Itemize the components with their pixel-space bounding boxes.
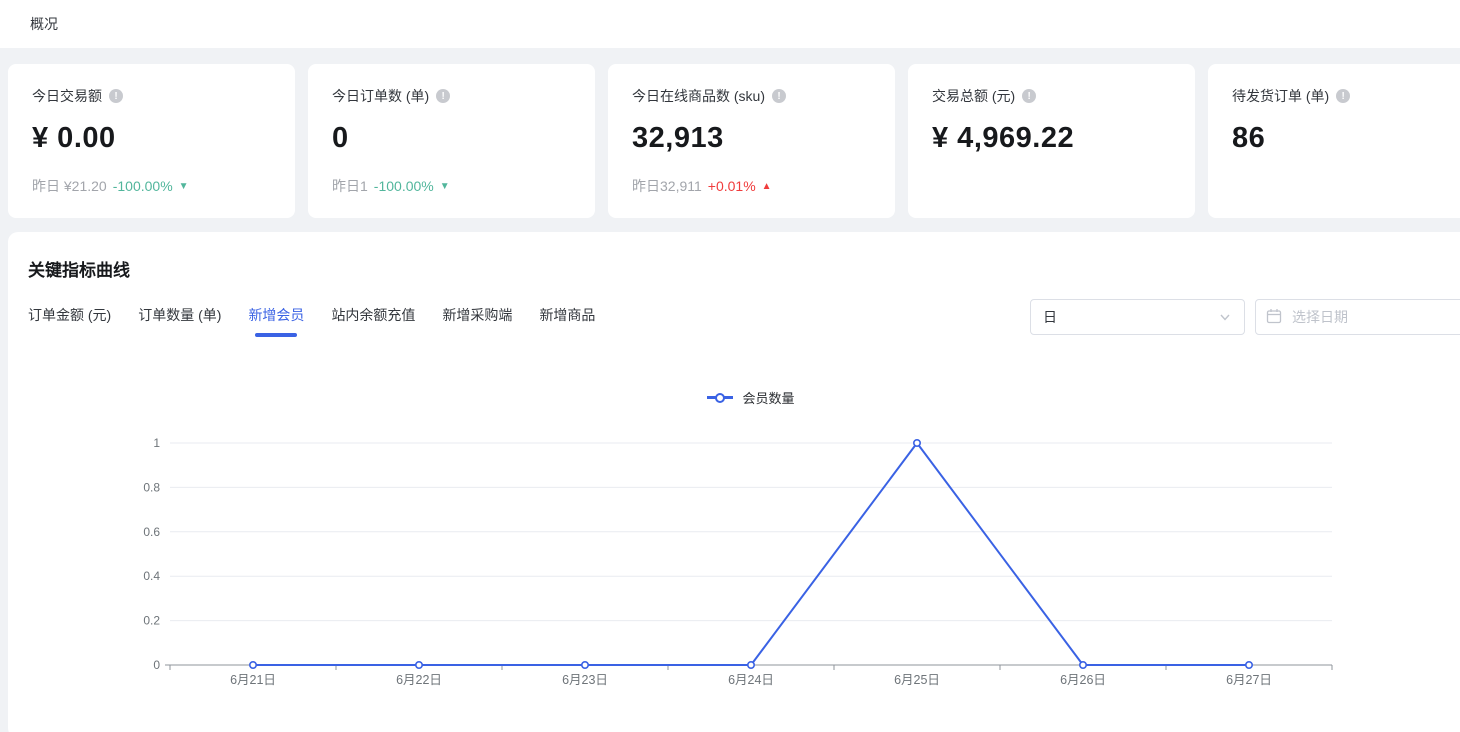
x-axis-tick-label: 6月21日 bbox=[230, 673, 276, 687]
date-picker-input[interactable] bbox=[1255, 299, 1460, 335]
tab-balance-recharge[interactable]: 站内余额充值 bbox=[331, 305, 415, 337]
x-axis-tick-label: 6月25日 bbox=[894, 673, 940, 687]
x-axis-tick-label: 6月27日 bbox=[1226, 673, 1272, 687]
legend-line-marker-icon bbox=[707, 394, 733, 402]
y-axis-tick-label: 0.2 bbox=[143, 614, 160, 628]
stat-card-today-transaction: 今日交易额 ! ¥ 0.00 昨日 ¥21.20 -100.00% ▼ bbox=[8, 64, 295, 218]
period-select-value: 日 bbox=[1043, 307, 1057, 327]
stat-card-label: 今日交易额 bbox=[32, 86, 102, 106]
stat-cards-row: 今日交易额 ! ¥ 0.00 昨日 ¥21.20 -100.00% ▼ 今日订单… bbox=[0, 64, 1460, 218]
tab-order-count[interactable]: 订单数量 (单) bbox=[138, 305, 221, 337]
info-icon[interactable]: ! bbox=[1022, 89, 1036, 103]
x-axis-tick-label: 6月24日 bbox=[728, 673, 774, 687]
x-axis-tick-label: 6月26日 bbox=[1060, 673, 1106, 687]
key-metrics-panel: 关键指标曲线 订单金额 (元) 订单数量 (单) 新增会员 站内余额充值 新增采… bbox=[8, 232, 1460, 732]
stat-card-pending-shipments: 待发货订单 (单) ! 86 bbox=[1208, 64, 1460, 218]
chart-point[interactable] bbox=[914, 440, 920, 446]
stat-card-label: 交易总额 (元) bbox=[932, 86, 1015, 106]
y-axis-tick-label: 1 bbox=[153, 436, 160, 450]
stat-card-online-skus: 今日在线商品数 (sku) ! 32,913 昨日32,911 +0.01% ▲ bbox=[608, 64, 895, 218]
trend-row: 昨日 ¥21.20 -100.00% ▼ bbox=[32, 176, 271, 196]
chart-point[interactable] bbox=[748, 662, 754, 668]
chart-point[interactable] bbox=[1246, 662, 1252, 668]
stat-card-value: 32,913 bbox=[632, 122, 871, 155]
stat-card-total-transaction: 交易总额 (元) ! ¥ 4,969.22 bbox=[908, 64, 1195, 218]
x-axis-tick-label: 6月23日 bbox=[562, 673, 608, 687]
chart-point[interactable] bbox=[416, 662, 422, 668]
series-line bbox=[253, 443, 1249, 665]
x-axis-tick-label: 6月22日 bbox=[396, 673, 442, 687]
trend-up-icon: ▲ bbox=[762, 181, 772, 192]
trend-change: -100.00% bbox=[374, 178, 434, 194]
section-title: 关键指标曲线 bbox=[28, 256, 130, 281]
trend-row: 昨日1 -100.00% ▼ bbox=[332, 176, 571, 196]
stat-card-label-row: 今日交易额 ! bbox=[32, 86, 271, 106]
info-icon[interactable]: ! bbox=[1336, 89, 1350, 103]
stat-card-label: 今日订单数 (单) bbox=[332, 86, 429, 106]
trend-down-icon: ▼ bbox=[179, 181, 189, 192]
tab-order-amount[interactable]: 订单金额 (元) bbox=[28, 305, 111, 337]
y-axis-tick-label: 0.4 bbox=[143, 569, 160, 583]
tab-new-members[interactable]: 新增会员 bbox=[248, 305, 304, 337]
trend-change: -100.00% bbox=[113, 178, 173, 194]
calendar-icon bbox=[1266, 308, 1282, 324]
chevron-down-icon bbox=[1218, 310, 1232, 324]
info-icon[interactable]: ! bbox=[436, 89, 450, 103]
yesterday-value: 昨日1 bbox=[332, 176, 368, 196]
legend-label: 会员数量 bbox=[742, 388, 794, 407]
info-icon[interactable]: ! bbox=[772, 89, 786, 103]
line-chart: 0 0.2 0.4 0.6 0.8 1 6月21日 6月22日 6月23日 6月24日 6月25日 6… bbox=[8, 425, 1460, 715]
metric-tabs: 订单金额 (元) 订单数量 (单) 新增会员 站内余额充值 新增采购端 新增商品 bbox=[28, 305, 595, 337]
stat-card-label-row: 今日在线商品数 (sku) ! bbox=[632, 86, 871, 106]
stat-card-today-orders: 今日订单数 (单) ! 0 昨日1 -100.00% ▼ bbox=[308, 64, 595, 218]
line-chart-svg: 0 0.2 0.4 0.6 0.8 1 6月21日 6月22日 6月23日 6月24日 6月25日 6… bbox=[8, 425, 1460, 715]
stat-card-label-row: 今日订单数 (单) ! bbox=[332, 86, 571, 106]
stat-card-label-row: 待发货订单 (单) ! bbox=[1232, 86, 1460, 106]
stat-card-value: 86 bbox=[1232, 122, 1460, 155]
yesterday-value: 昨日32,911 bbox=[632, 176, 702, 196]
chart-point[interactable] bbox=[250, 662, 256, 668]
y-axis-tick-label: 0.8 bbox=[143, 480, 160, 494]
stat-card-label-row: 交易总额 (元) ! bbox=[932, 86, 1171, 106]
chart-legend[interactable]: 会员数量 bbox=[170, 388, 1332, 407]
trend-change: +0.01% bbox=[708, 178, 756, 194]
chart-point[interactable] bbox=[582, 662, 588, 668]
stat-card-label: 待发货订单 (单) bbox=[1232, 86, 1329, 106]
yesterday-value: 昨日 ¥21.20 bbox=[32, 176, 107, 196]
period-select[interactable]: 日 bbox=[1030, 299, 1245, 335]
trend-down-icon: ▼ bbox=[440, 181, 450, 192]
stat-card-value: ¥ 4,969.22 bbox=[932, 122, 1171, 155]
info-icon[interactable]: ! bbox=[109, 89, 123, 103]
stat-card-label: 今日在线商品数 (sku) bbox=[632, 86, 765, 106]
stat-card-value: 0 bbox=[332, 122, 571, 155]
y-axis-tick-label: 0.6 bbox=[143, 525, 160, 539]
stat-card-value: ¥ 0.00 bbox=[32, 122, 271, 155]
trend-row: 昨日32,911 +0.01% ▲ bbox=[632, 176, 871, 196]
topbar: 概况 bbox=[0, 0, 1460, 48]
tab-new-purchasers[interactable]: 新增采购端 bbox=[442, 305, 512, 337]
tab-new-products[interactable]: 新增商品 bbox=[539, 305, 595, 337]
page-title: 概况 bbox=[30, 14, 58, 34]
chart-point[interactable] bbox=[1080, 662, 1086, 668]
y-axis-tick-label: 0 bbox=[153, 658, 160, 672]
date-picker bbox=[1255, 299, 1460, 335]
